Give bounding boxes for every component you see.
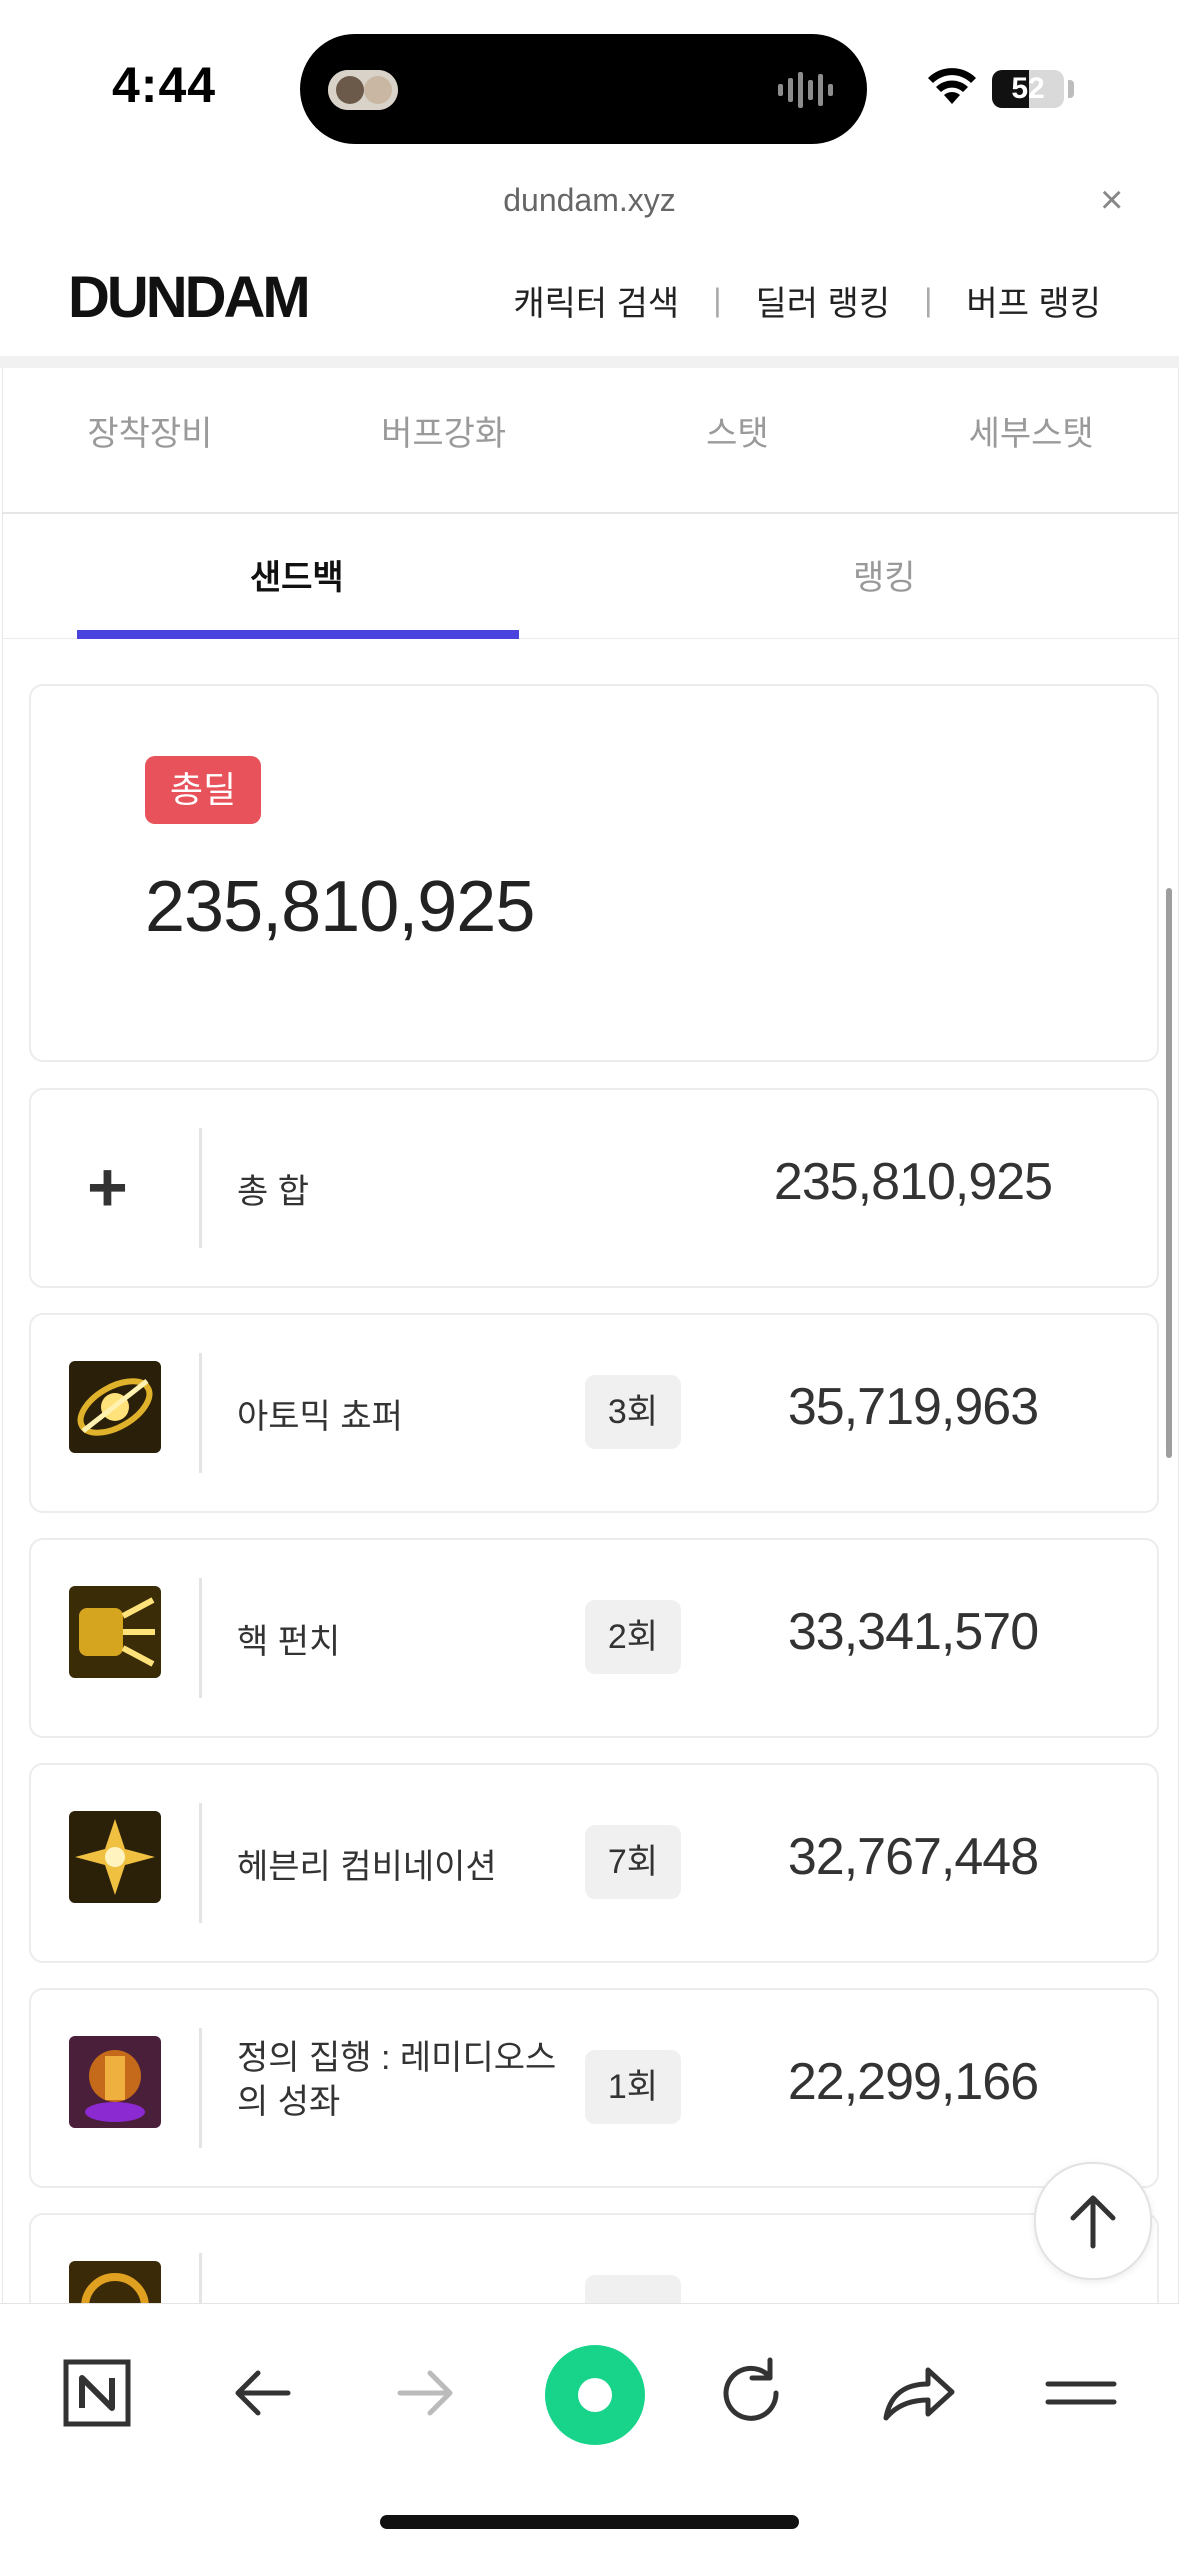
tab-ranking[interactable]: 랭킹 — [591, 514, 1179, 638]
skill-row[interactable]: 핵 펀치 2회 33,341,570 — [29, 1538, 1159, 1738]
arrow-up-icon — [1070, 2195, 1116, 2249]
skill-count-badge: 3회 — [585, 1375, 681, 1449]
summary-value: 235,810,925 — [773, 1153, 1053, 1211]
skill-count-badge: 1회 — [585, 2050, 681, 2124]
nav-buffer-ranking[interactable]: 버프 랭킹 — [966, 276, 1101, 325]
avatar — [328, 70, 398, 110]
back-arrow-icon[interactable] — [218, 2348, 308, 2438]
skill-count-badge: 2회 — [585, 1600, 681, 1674]
total-damage-value: 235,810,925 — [145, 867, 535, 947]
nav-character-search[interactable]: 캐릭터 검색 — [513, 276, 679, 325]
battery-icon: 52 — [992, 70, 1064, 108]
summary-label: 총 합 — [237, 1173, 310, 1211]
skill-count-badge: 7회 — [585, 1825, 681, 1899]
site-logo[interactable]: DUNDAM — [68, 264, 311, 331]
row-divider — [199, 1353, 202, 1473]
nuclear-punch-icon — [69, 1586, 161, 1678]
scrollbar[interactable] — [1166, 888, 1172, 1458]
nav-separator: | — [924, 282, 933, 318]
tab-detail-stats[interactable]: 세부스탯 — [884, 368, 1178, 512]
battery-nub — [1068, 80, 1074, 98]
skill-name: 핵 펀치 — [237, 1623, 341, 1661]
skill-name: 헤븐리 컴비네이션 — [237, 1848, 497, 1886]
naver-home-icon[interactable] — [52, 2348, 142, 2438]
sub-tabs: 샌드백 랭킹 — [3, 514, 1178, 639]
main-nav: 캐릭터 검색 | 딜러 랭킹 | 버프 랭킹 — [513, 276, 1101, 325]
total-badge: 총딜 — [145, 756, 261, 824]
active-tab-indicator — [77, 630, 519, 639]
wifi-icon — [928, 68, 976, 104]
atomic-chopper-icon — [69, 1361, 161, 1453]
skill-name-line: 의 성좌 — [237, 2083, 341, 2121]
url-text[interactable]: dundam.xyz — [0, 182, 1179, 219]
plus-icon[interactable]: + — [87, 1152, 128, 1222]
top-tabs: 장착장비 버프강화 스탯 세부스탯 — [3, 368, 1178, 514]
skill-row[interactable]: 정의 집행 : 레미디오스 의 성좌 1회 22,299,166 — [29, 1988, 1159, 2188]
green-dot-icon[interactable] — [540, 2340, 650, 2450]
row-divider — [199, 1128, 202, 1248]
nav-separator: | — [713, 282, 722, 318]
tab-sandbag[interactable]: 샌드백 — [3, 514, 591, 638]
skill-row[interactable]: 헤븐리 컴비네이션 7회 32,767,448 — [29, 1763, 1159, 1963]
status-bar: 4:44 52 — [0, 0, 1179, 170]
scroll-to-top-button[interactable] — [1034, 2162, 1152, 2280]
forward-arrow-icon[interactable] — [380, 2348, 470, 2438]
row-divider — [199, 2028, 202, 2148]
close-icon[interactable]: × — [1100, 178, 1123, 223]
total-damage-card: 총딜 235,810,925 — [29, 684, 1159, 1062]
site-header: DUNDAM 캐릭터 검색 | 딜러 랭킹 | 버프 랭킹 — [0, 234, 1179, 368]
skill-name-line: 정의 집행 : 레미디오스 — [237, 2039, 557, 2077]
summary-row[interactable]: + 총 합 235,810,925 — [29, 1088, 1159, 1288]
tab-buff-enhance[interactable]: 버프강화 — [297, 368, 591, 512]
skill-name: 정의 집행 : 레미디오스 의 성좌 — [237, 2036, 556, 2124]
tab-equipment[interactable]: 장착장비 — [3, 368, 297, 512]
tab-stats[interactable]: 스탯 — [591, 368, 885, 512]
heavenly-combination-icon — [69, 1811, 161, 1903]
audio-wave-icon — [778, 72, 833, 108]
row-divider — [199, 1578, 202, 1698]
skill-damage: 32,767,448 — [787, 1828, 1039, 1886]
skill-damage: 33,341,570 — [787, 1603, 1039, 1661]
status-time: 4:44 — [112, 57, 217, 113]
content-panel: 장착장비 버프강화 스탯 세부스탯 샌드백 랭킹 총딜 235,810,925 … — [2, 368, 1179, 2413]
menu-icon[interactable] — [1036, 2348, 1126, 2438]
skill-row[interactable]: 아토믹 쵸퍼 3회 35,719,963 — [29, 1313, 1159, 1513]
home-indicator — [380, 2515, 799, 2529]
battery-level: 52 — [1011, 72, 1045, 105]
row-divider — [199, 1803, 202, 1923]
skill-damage: 35,719,963 — [787, 1378, 1039, 1436]
skill-name: 아토믹 쵸퍼 — [237, 1398, 403, 1436]
skill-damage: 22,299,166 — [787, 2053, 1039, 2111]
refresh-icon[interactable] — [706, 2348, 796, 2438]
nav-dealer-ranking[interactable]: 딜러 랭킹 — [756, 276, 891, 325]
share-icon[interactable] — [872, 2348, 962, 2438]
url-bar[interactable]: dundam.xyz × — [0, 170, 1179, 235]
remedios-constellation-icon — [69, 2036, 161, 2128]
